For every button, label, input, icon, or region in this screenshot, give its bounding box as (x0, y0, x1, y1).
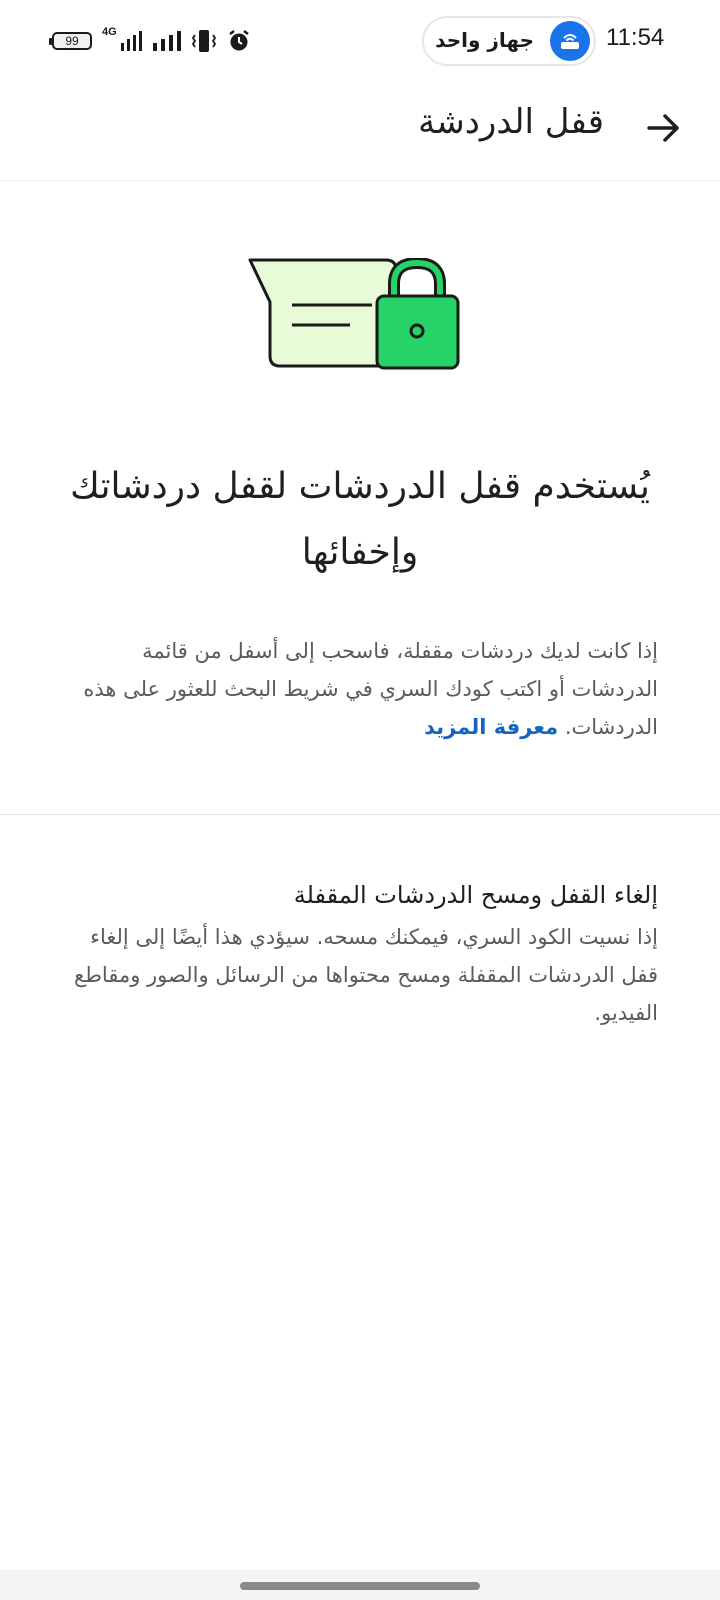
status-icons: 99 4G (49, 26, 251, 54)
back-button[interactable] (642, 106, 686, 150)
signal-icon-secondary (152, 31, 181, 51)
alarm-icon (228, 30, 249, 51)
learn-more-link[interactable]: معرفة المزيد (424, 715, 558, 739)
app-header: قفل الدردشة (0, 84, 720, 181)
home-indicator[interactable] (240, 1582, 480, 1590)
hotspot-indicator[interactable]: جهاز واحد (422, 16, 596, 66)
status-time: 11:54 (606, 24, 665, 51)
signal-icon (120, 31, 142, 51)
unlock-option-title: إلغاء القفل ومسح الدردشات المقفلة (293, 881, 658, 909)
battery-icon: 99 (49, 32, 92, 50)
vibrate-icon (191, 30, 216, 52)
arrow-right-icon (647, 114, 679, 142)
status-bar: 99 4G جهاز واحد 11:54 (0, 0, 720, 82)
main-heading: يُستخدم قفل الدردشات لقفل دردشاتك وإخفائ… (70, 466, 650, 573)
chat-lock-description: إذا كانت لديك دردشات مقفلة، فاسحب إلى أس… (70, 632, 658, 746)
battery-level: 99 (65, 34, 79, 48)
description-text: إذا كانت لديك دردشات مقفلة، فاسحب إلى أس… (83, 639, 658, 739)
unlock-option-description: إذا نسيت الكود السري، فيمكنك مسحه. سيؤدي… (74, 925, 658, 1025)
chat-lock-screen: 99 4G جهاز واحد 11:54 قفل الدردشة يُستخد… (0, 0, 720, 1600)
hotspot-label: جهاز واحد (435, 28, 534, 52)
chat-lock-illustration (248, 258, 460, 370)
page-title: قفل الدردشة (418, 102, 604, 142)
hotspot-icon (550, 21, 590, 61)
unlock-and-clear-option[interactable]: إلغاء القفل ومسح الدردشات المقفلة إذا نس… (52, 878, 658, 1032)
chat-bubble-icon (248, 258, 398, 368)
padlock-icon (375, 258, 460, 370)
gesture-nav-bar (0, 1570, 720, 1600)
section-divider (0, 814, 720, 815)
network-type-label: 4G (102, 26, 117, 38)
